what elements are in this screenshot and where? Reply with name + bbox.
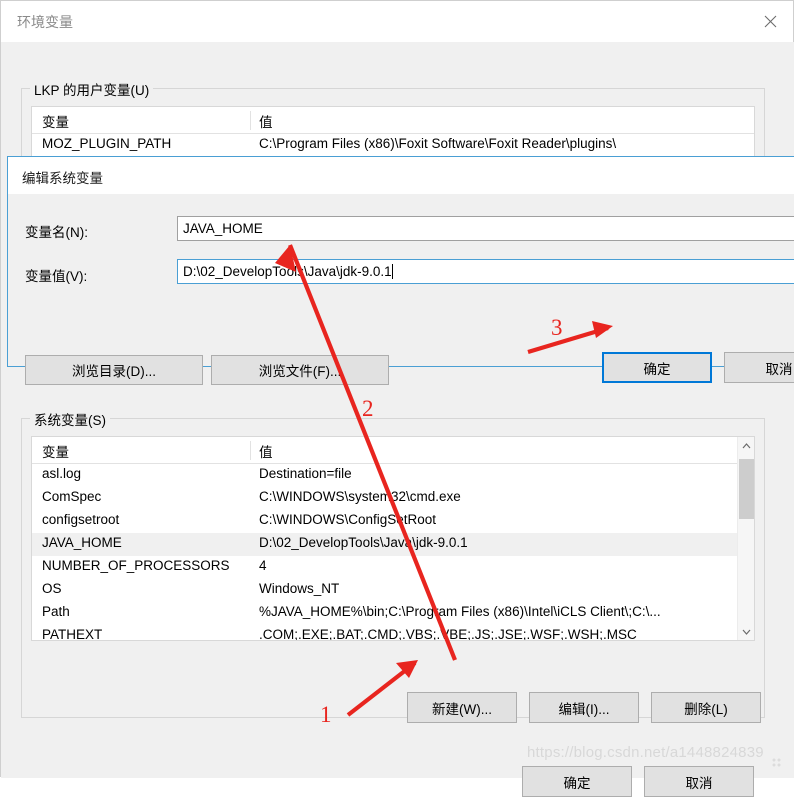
system-row-value: C:\WINDOWS\system32\cmd.exe [259, 489, 461, 504]
annotation-step-1: 1 [320, 702, 332, 727]
annotation-step-3: 3 [551, 315, 563, 340]
variable-value-text: D:\02_DevelopTools\Java\jdk-9.0.1 [183, 264, 392, 279]
annotation-step-2: 2 [362, 396, 374, 421]
edit-system-variable-dialog: 编辑系统变量 变量名(N): JAVA_HOME 变量值(V): D:\02_D… [7, 156, 794, 385]
system-row-value: Windows_NT [259, 581, 340, 596]
system-row-name: PATHEXT [42, 627, 103, 640]
edit-dialog-body: 变量名(N): JAVA_HOME 变量值(V): D:\02_DevelopT… [8, 194, 794, 385]
table-row[interactable]: OS Windows_NT [32, 579, 737, 602]
system-list-scrollbar[interactable] [737, 437, 754, 640]
watermark-text: https://blog.csdn.net/a1448824839 [527, 744, 764, 761]
variable-value-label: 变量值(V): [25, 269, 88, 284]
system-row-value: %JAVA_HOME%\bin;C:\Program Files (x86)\I… [259, 604, 661, 619]
scroll-down-arrow-icon[interactable] [738, 623, 754, 640]
watermark-logo-icon [772, 758, 784, 770]
table-row[interactable]: NUMBER_OF_PROCESSORS 4 [32, 556, 737, 579]
edit-dialog-cancel-button[interactable]: 取消 [724, 352, 794, 383]
edit-dialog-ok-button[interactable]: 确定 [602, 352, 712, 383]
new-system-variable-button[interactable]: 新建(W)... [407, 692, 517, 723]
system-row-name: JAVA_HOME [42, 535, 122, 550]
table-row[interactable]: JAVA_HOME D:\02_DevelopTools\Java\jdk-9.0… [32, 533, 737, 556]
variable-name-label: 变量名(N): [25, 225, 88, 240]
edit-system-variable-button[interactable]: 编辑(I)... [529, 692, 639, 723]
system-row-value: .COM;.EXE;.BAT;.CMD;.VBS;.VBE;.JS;.JSE;.… [259, 627, 637, 640]
system-row-name: OS [42, 581, 62, 596]
environment-variables-window: 环境变量 LKP 的用户变量(U) 变量 值 MOZ_PLUGIN_PATH C… [0, 0, 794, 797]
user-col-value[interactable]: 值 [259, 111, 273, 131]
variable-name-input[interactable]: JAVA_HOME [177, 216, 794, 241]
system-col-divider[interactable] [250, 441, 251, 460]
system-col-variable[interactable]: 变量 [42, 441, 69, 461]
user-list-header: 变量 值 [32, 107, 754, 134]
browse-directory-button[interactable]: 浏览目录(D)... [25, 355, 203, 385]
table-row[interactable]: configsetroot C:\WINDOWS\ConfigSetRoot [32, 510, 737, 533]
user-row-value: C:\Program Files (x86)\Foxit Software\Fo… [259, 136, 617, 151]
system-variables-group: 系统变量(S) 变量 值 asl.log Destination=file ComS… [21, 409, 765, 718]
window-title: 环境变量 [17, 14, 73, 30]
system-row-name: NUMBER_OF_PROCESSORS [42, 558, 230, 573]
system-row-value: D:\02_DevelopTools\Java\jdk-9.0.1 [259, 535, 468, 550]
text-caret [391, 264, 393, 279]
browse-file-button[interactable]: 浏览文件(F)... [211, 355, 389, 385]
system-row-value: 4 [259, 558, 267, 573]
delete-system-variable-button[interactable]: 删除(L) [651, 692, 761, 723]
table-row[interactable]: asl.log Destination=file [32, 464, 737, 487]
system-rows-container: asl.log Destination=file ComSpec C:\WINDOWS… [32, 464, 737, 640]
system-list-header: 变量 值 [32, 437, 754, 464]
user-col-variable[interactable]: 变量 [42, 111, 69, 131]
edit-dialog-title: 编辑系统变量 [22, 171, 103, 186]
scrollbar-thumb[interactable] [739, 459, 754, 519]
system-row-name: configsetroot [42, 512, 120, 527]
table-row[interactable]: PATHEXT .COM;.EXE;.BAT;.CMD;.VBS;.VBE;.JS… [32, 625, 737, 640]
user-col-divider[interactable] [250, 111, 251, 130]
system-row-value: Destination=file [259, 466, 352, 481]
user-row-name: MOZ_PLUGIN_PATH [42, 136, 172, 151]
user-variables-legend: LKP 的用户变量(U) [30, 79, 154, 99]
system-col-value[interactable]: 值 [259, 441, 273, 461]
ok-button[interactable]: 确定 [522, 766, 632, 797]
cancel-button[interactable]: 取消 [644, 766, 754, 797]
table-row[interactable]: Path %JAVA_HOME%\bin;C:\Program Files (x8… [32, 602, 737, 625]
edit-dialog-titlebar: 编辑系统变量 [8, 157, 794, 194]
table-row[interactable]: MOZ_PLUGIN_PATH C:\Program Files (x86)\F… [32, 134, 754, 157]
window-titlebar: 环境变量 [1, 1, 793, 42]
close-icon[interactable] [747, 1, 793, 42]
variable-value-input[interactable]: D:\02_DevelopTools\Java\jdk-9.0.1 [177, 259, 794, 284]
system-row-value: C:\WINDOWS\ConfigSetRoot [259, 512, 437, 527]
system-row-name: Path [42, 604, 70, 619]
scroll-up-arrow-icon[interactable] [738, 437, 754, 454]
system-variables-list[interactable]: 变量 值 asl.log Destination=file ComSpec C:\WI… [31, 436, 755, 641]
system-variables-legend: 系统变量(S) [30, 409, 110, 429]
system-row-name: asl.log [42, 466, 82, 481]
table-row[interactable]: ComSpec C:\WINDOWS\system32\cmd.exe [32, 487, 737, 510]
system-row-name: ComSpec [42, 489, 102, 504]
window-client-area: LKP 的用户变量(U) 变量 值 MOZ_PLUGIN_PATH C:\Pro… [1, 42, 794, 797]
